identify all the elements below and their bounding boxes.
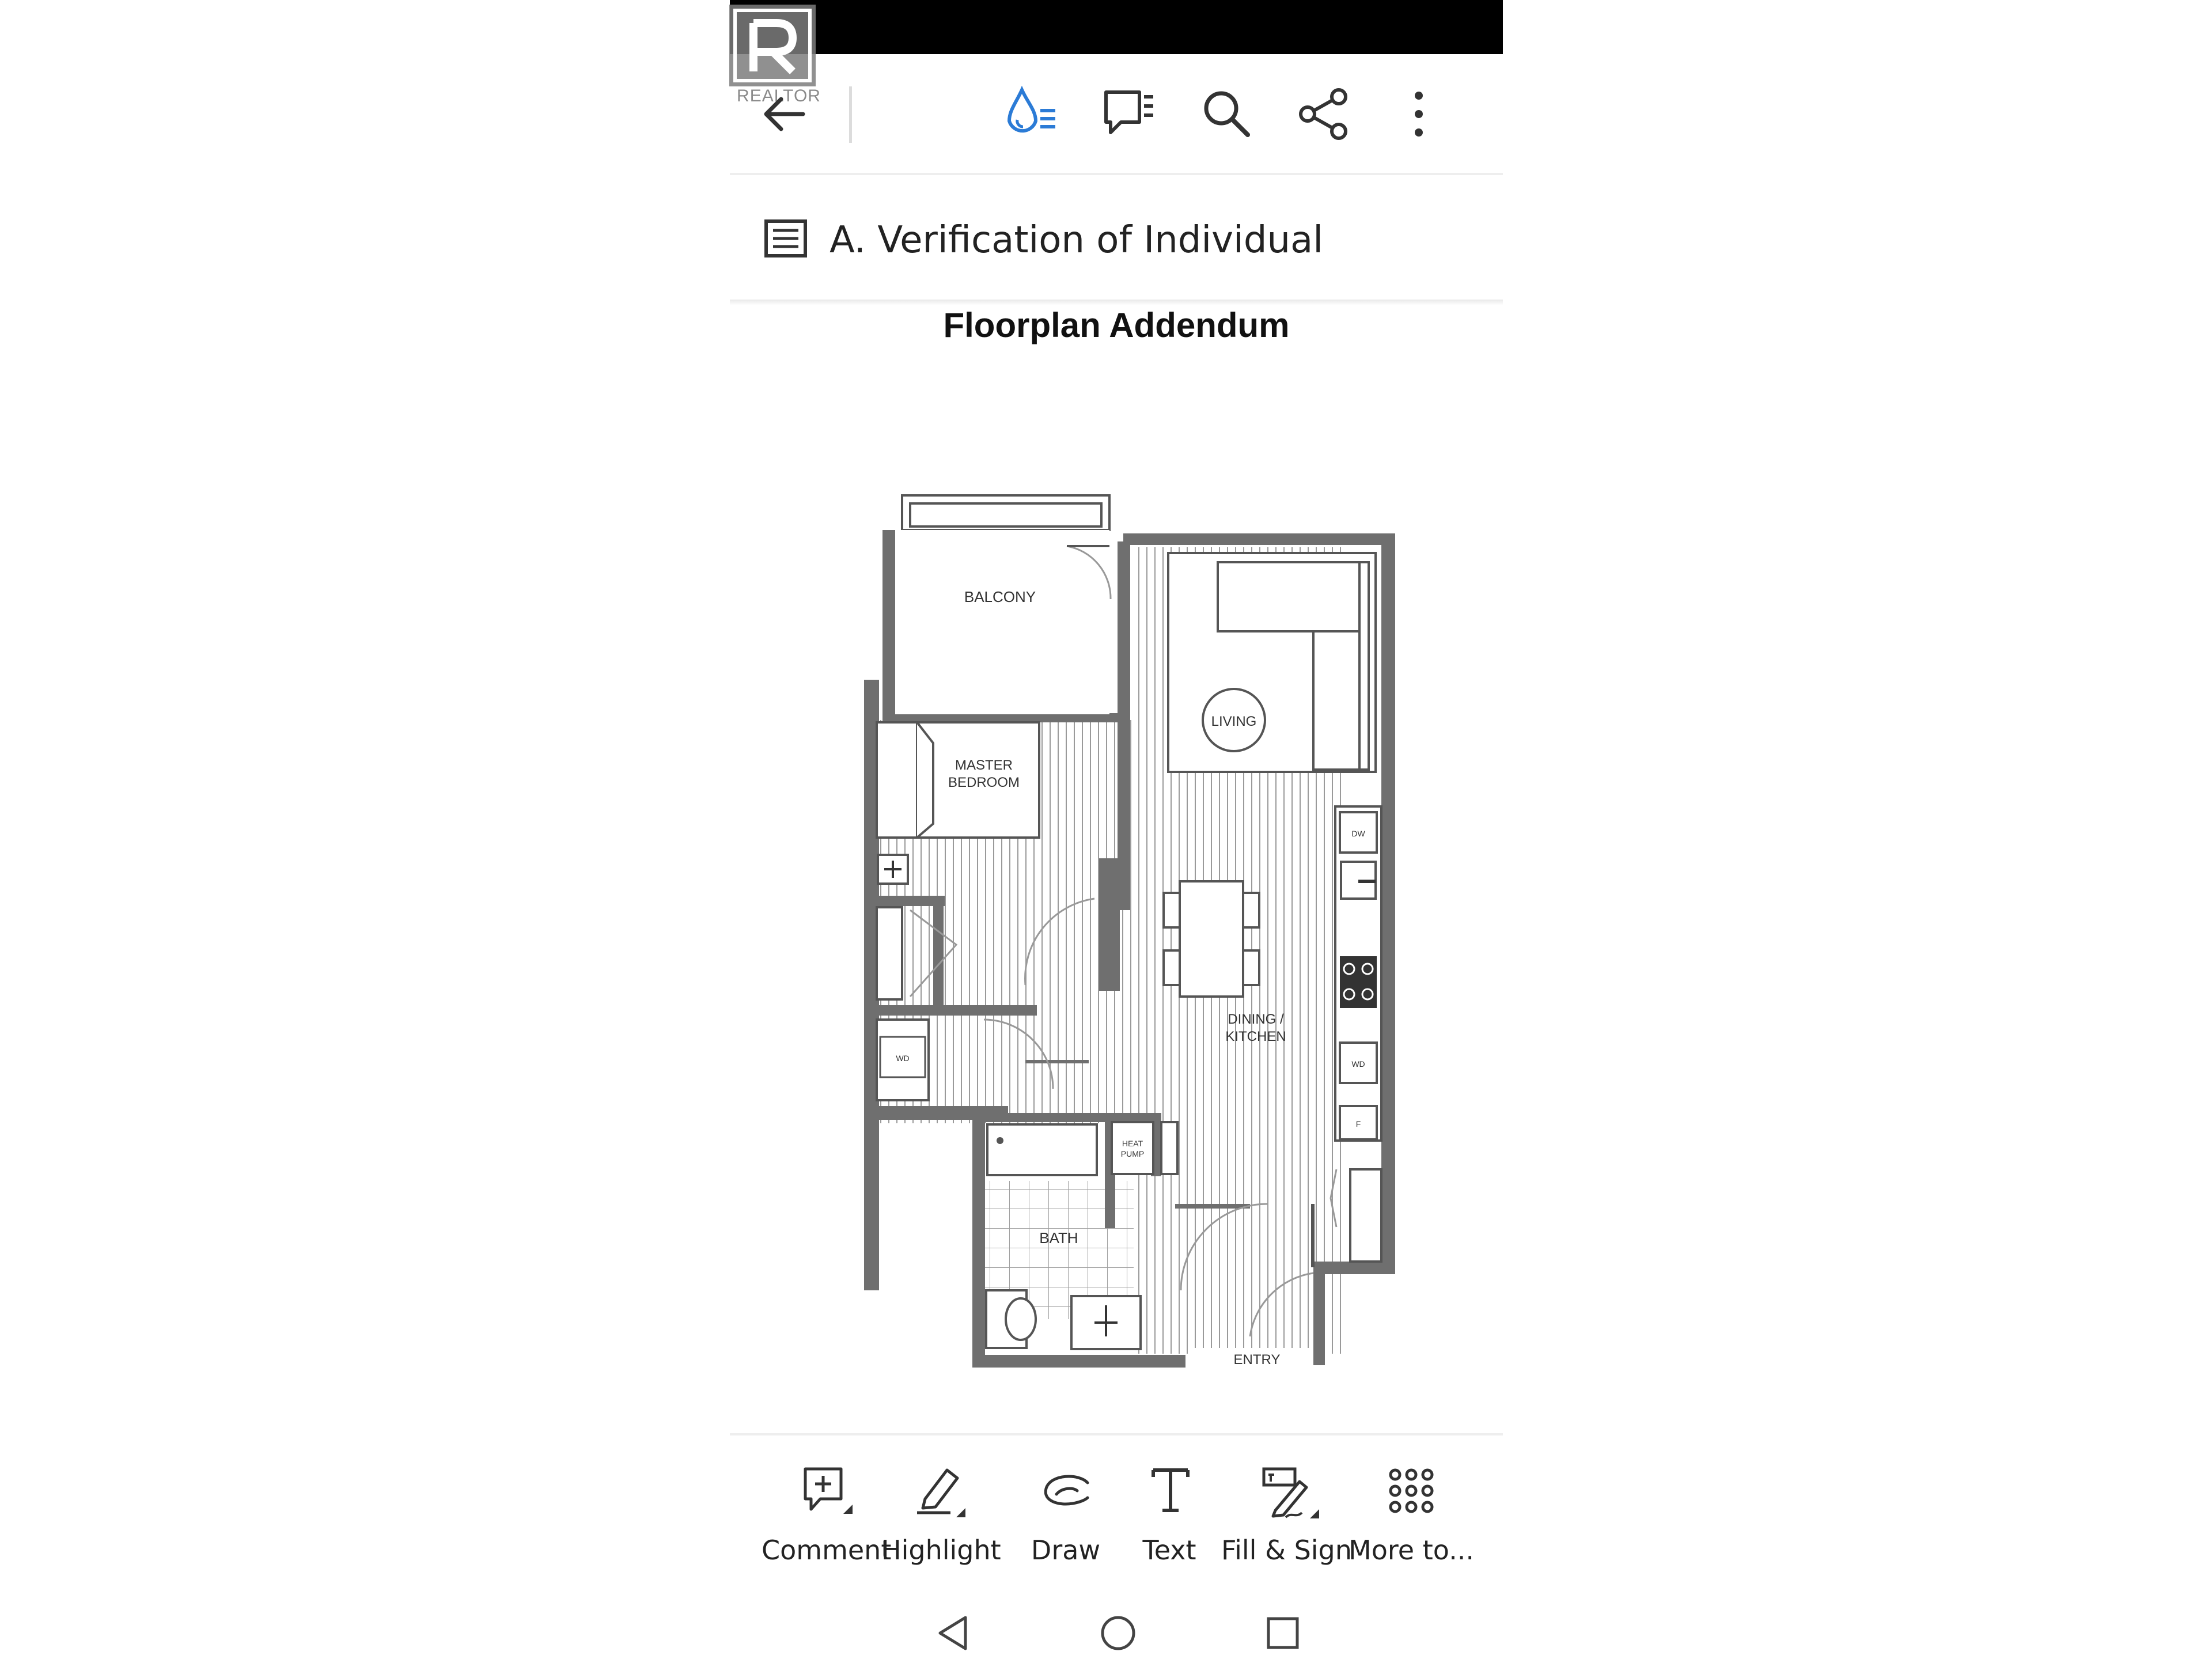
comment-list-icon [1104,90,1153,134]
label-living: LIVING [1211,714,1257,729]
more-options-button[interactable] [1410,86,1427,142]
nav-home-icon [1101,1616,1135,1650]
label-wd-kitchen: WD [1351,1059,1365,1069]
add-comment-icon [804,1467,853,1514]
status-bar [730,0,1503,54]
nav-back-icon [938,1616,967,1650]
share-button[interactable] [1296,86,1351,142]
document-heading: Floorplan Addendum [943,306,1290,344]
comment-label: Comment [762,1535,892,1566]
fill-sign-tool[interactable]: Fill & Sign [1221,1463,1352,1578]
nav-home-button[interactable] [1098,1613,1138,1653]
text-label: Text [1142,1535,1196,1566]
label-master-1: MASTER [955,757,1013,773]
fill-sign-icon [1262,1467,1319,1518]
share-icon [1299,88,1347,140]
more-tools-button[interactable]: More to... [1348,1463,1475,1578]
label-fridge: F [1356,1119,1361,1128]
back-button[interactable] [758,91,810,137]
cooktop [1340,956,1377,1008]
nav-recents-button[interactable] [1263,1613,1303,1653]
label-dining-2: KITCHEN [1225,1029,1286,1044]
label-heat: HEAT [1122,1139,1143,1148]
draw-scribble-icon [1044,1475,1089,1506]
document-list-icon [764,219,807,257]
label-dw: DW [1351,829,1365,838]
bookmarks-button[interactable] [764,219,808,259]
label-pump: PUMP [1121,1149,1144,1158]
floorplan-drawing: BALCONY LIVING MASTER BEDROOM DINING / K… [853,484,1406,1374]
nav-back-button[interactable] [933,1613,974,1653]
topbar-divider [849,86,852,143]
more-tools-label: More to... [1349,1535,1474,1566]
section-title[interactable]: A. Verification of Individual [830,214,1323,266]
bathtub [986,1123,1098,1176]
comment-tool[interactable]: Comment [762,1463,892,1578]
nav-recents-icon [1267,1617,1299,1649]
draw-tool[interactable]: Draw [1014,1463,1118,1578]
label-entry: ENTRY [1234,1352,1281,1368]
topbar-separator [730,173,1503,175]
toolbar-separator [730,1433,1503,1435]
liquid-mode-icon [1007,85,1055,133]
balcony-railing [901,494,1111,531]
more-vertical-icon [1415,92,1423,137]
highlight-label: Highlight [881,1535,1001,1566]
search-button[interactable] [1200,88,1252,139]
back-arrow-icon [764,97,805,131]
draw-label: Draw [1031,1535,1101,1566]
app-screen: REALTOR A. Verification of Individual Fl… [0,0,2212,1659]
text-tool[interactable]: Text [1118,1463,1221,1578]
highlighter-icon [917,1468,965,1517]
liquid-mode-button[interactable] [1005,85,1060,143]
search-icon [1204,91,1250,137]
label-bath: BATH [1039,1229,1078,1247]
label-dining-1: DINING / [1228,1012,1284,1027]
text-tool-icon [1152,1468,1190,1512]
realtor-logo-watermark [727,2,825,92]
comments-list-button[interactable] [1101,86,1157,142]
label-master-2: BEDROOM [948,775,1020,790]
label-wd-laundry: WD [896,1054,909,1063]
highlight-tool[interactable]: Highlight [881,1463,1001,1578]
fill-sign-label: Fill & Sign [1221,1535,1352,1566]
label-balcony: BALCONY [964,588,1036,605]
grid-dots-icon [1389,1468,1434,1513]
